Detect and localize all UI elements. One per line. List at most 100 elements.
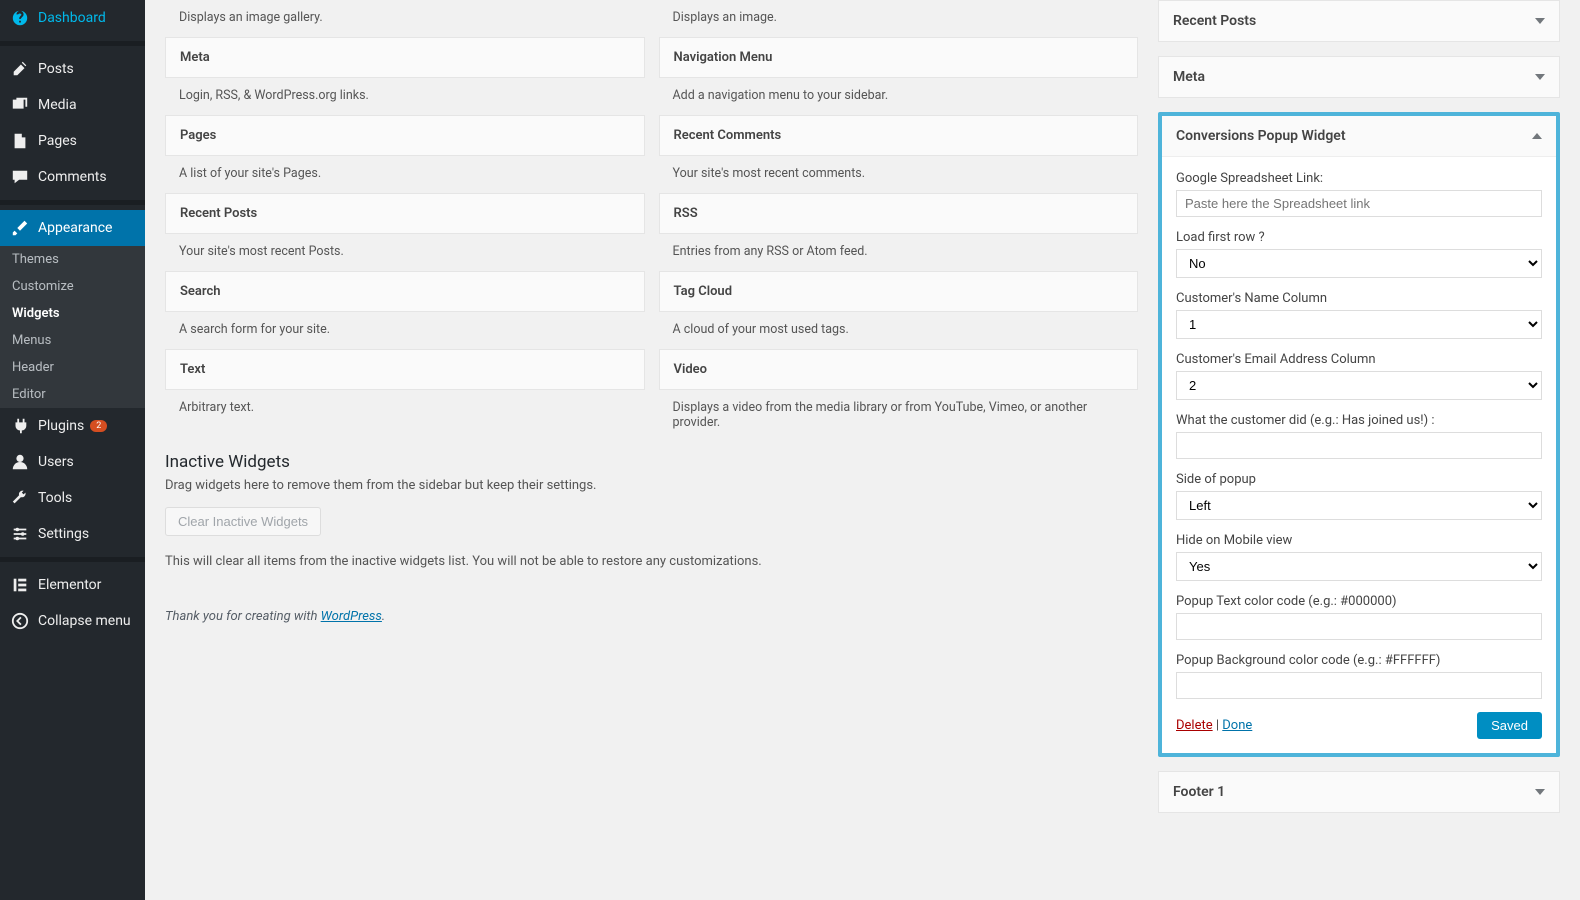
sidebar-item-dashboard[interactable]: Dashboard xyxy=(0,0,145,36)
available-widget-tile[interactable]: Tag Cloud xyxy=(659,271,1139,312)
footer-thank-you: Thank you for creating with WordPress. xyxy=(165,569,1138,624)
sidebar-sub-widgets[interactable]: Widgets xyxy=(0,300,145,327)
side-select[interactable]: Left xyxy=(1176,491,1542,520)
text-color-input[interactable] xyxy=(1176,613,1542,640)
available-widget-desc: Your site's most recent Posts. xyxy=(165,234,645,271)
side-label: Side of popup xyxy=(1176,472,1542,487)
sidebar-separator xyxy=(0,41,145,46)
wordpress-link[interactable]: WordPress xyxy=(321,609,382,624)
available-widget-desc: Entries from any RSS or Atom feed. xyxy=(659,234,1139,271)
delete-widget-link[interactable]: Delete xyxy=(1176,718,1213,733)
sidebar-sub-customize[interactable]: Customize xyxy=(0,273,145,300)
sidebar-item-pages[interactable]: Pages xyxy=(0,123,145,159)
email-column-select[interactable]: 2 xyxy=(1176,371,1542,400)
available-widget-tile[interactable]: Recent Comments xyxy=(659,115,1139,156)
available-widgets-column: Displays an image gallery.Displays an im… xyxy=(165,0,1138,880)
sidebar-item-label: Comments xyxy=(38,169,107,185)
available-widget-tile[interactable]: Search xyxy=(165,271,645,312)
available-widget-cell: RSSEntries from any RSS or Atom feed. xyxy=(659,193,1139,271)
sidebar-item-media[interactable]: Media xyxy=(0,87,145,123)
sidebar-item-users[interactable]: Users xyxy=(0,444,145,480)
sidebar-item-label: Posts xyxy=(38,61,74,77)
load-first-row-select[interactable]: No xyxy=(1176,249,1542,278)
available-widget-tile[interactable]: Pages xyxy=(165,115,645,156)
available-widget-desc: A cloud of your most used tags. xyxy=(659,312,1139,349)
available-widget-cell: Tag CloudA cloud of your most used tags. xyxy=(659,271,1139,349)
available-widget-tile[interactable]: Video xyxy=(659,349,1139,390)
sidebar-item-tools[interactable]: Tools xyxy=(0,480,145,516)
plug-icon xyxy=(10,416,30,436)
widget-areas-column: Recent Posts Meta Conversions Popup Widg… xyxy=(1158,0,1560,880)
brush-icon xyxy=(10,218,30,238)
pin-icon xyxy=(10,59,30,79)
available-widget-tile[interactable]: Meta xyxy=(165,37,645,78)
available-widget-cell: Navigation MenuAdd a navigation menu to … xyxy=(659,37,1139,115)
sidebar-item-label: Appearance xyxy=(38,220,112,236)
sidebar-sub-themes[interactable]: Themes xyxy=(0,246,145,273)
available-widget-tile[interactable]: Recent Posts xyxy=(165,193,645,234)
sidebar-item-label: Plugins xyxy=(38,418,84,434)
available-widget-tile[interactable]: Text xyxy=(165,349,645,390)
available-widget-tile[interactable]: Navigation Menu xyxy=(659,37,1139,78)
sliders-icon xyxy=(10,524,30,544)
available-widget-cell: PagesA list of your site's Pages. xyxy=(165,115,645,193)
available-widget-desc: Displays an image. xyxy=(659,0,1139,37)
sidebar-item-comments[interactable]: Comments xyxy=(0,159,145,195)
sidebar-item-label: Tools xyxy=(38,490,72,506)
action-text-label: What the customer did (e.g.: Has joined … xyxy=(1176,413,1542,428)
available-widget-cell: Recent CommentsYour site's most recent c… xyxy=(659,115,1139,193)
conversions-popup-form: Google Spreadsheet Link: Load first row … xyxy=(1162,156,1556,753)
clear-inactive-widgets-button[interactable]: Clear Inactive Widgets xyxy=(165,507,321,536)
sidebar-item-label: Collapse menu xyxy=(38,613,131,629)
dashboard-icon xyxy=(10,8,30,28)
widget-area-title: Recent Posts xyxy=(1173,13,1256,29)
name-column-label: Customer's Name Column xyxy=(1176,291,1542,306)
sidebar-sub-editor[interactable]: Editor xyxy=(0,381,145,408)
comment-icon xyxy=(10,167,30,187)
elementor-icon xyxy=(10,575,30,595)
sidebar-item-elementor[interactable]: Elementor xyxy=(0,567,145,603)
sidebar-item-label: Elementor xyxy=(38,577,101,593)
google-spreadsheet-input[interactable] xyxy=(1176,190,1542,217)
action-text-input[interactable] xyxy=(1176,432,1542,459)
sidebar-item-label: Dashboard xyxy=(38,10,106,26)
sidebar-item-plugins[interactable]: Plugins 2 xyxy=(0,408,145,444)
chevron-down-icon xyxy=(1535,74,1545,80)
available-widget-cell: MetaLogin, RSS, & WordPress.org links. xyxy=(165,37,645,115)
bg-color-input[interactable] xyxy=(1176,672,1542,699)
available-widget-cell: Displays an image. xyxy=(659,0,1139,37)
clear-inactive-desc: This will clear all items from the inact… xyxy=(165,554,1138,569)
widget-area-header[interactable]: Recent Posts xyxy=(1159,1,1559,41)
sidebar-item-label: Pages xyxy=(38,133,77,149)
sidebar-separator xyxy=(0,557,145,562)
available-widget-desc: A list of your site's Pages. xyxy=(165,156,645,193)
plugins-update-badge: 2 xyxy=(90,420,107,432)
page-icon xyxy=(10,131,30,151)
widget-area-header[interactable]: Meta xyxy=(1159,57,1559,97)
widget-area-recent-posts: Recent Posts xyxy=(1158,0,1560,42)
sidebar-item-label: Media xyxy=(38,97,77,113)
sidebar-sub-menus[interactable]: Menus xyxy=(0,327,145,354)
collapse-icon xyxy=(10,611,30,631)
name-column-select[interactable]: 1 xyxy=(1176,310,1542,339)
available-widget-tile[interactable]: RSS xyxy=(659,193,1139,234)
available-widget-desc: Login, RSS, & WordPress.org links. xyxy=(165,78,645,115)
sidebar-item-collapse[interactable]: Collapse menu xyxy=(0,603,145,639)
saved-button[interactable]: Saved xyxy=(1477,712,1542,739)
sidebar-item-posts[interactable]: Posts xyxy=(0,51,145,87)
done-widget-link[interactable]: Done xyxy=(1222,718,1252,733)
available-widget-desc: A search form for your site. xyxy=(165,312,645,349)
user-icon xyxy=(10,452,30,472)
sidebar-item-settings[interactable]: Settings xyxy=(0,516,145,552)
hide-mobile-select[interactable]: Yes xyxy=(1176,552,1542,581)
widget-title: Conversions Popup Widget xyxy=(1176,128,1346,144)
sidebar-submenu-appearance: Themes Customize Widgets Menus Header Ed… xyxy=(0,246,145,408)
sidebar-sub-header[interactable]: Header xyxy=(0,354,145,381)
email-column-label: Customer's Email Address Column xyxy=(1176,352,1542,367)
text-color-label: Popup Text color code (e.g.: #000000) xyxy=(1176,594,1542,609)
chevron-down-icon xyxy=(1535,789,1545,795)
sidebar-item-appearance[interactable]: Appearance xyxy=(0,210,145,246)
available-widget-desc: Arbitrary text. xyxy=(165,390,645,427)
conversions-popup-header[interactable]: Conversions Popup Widget xyxy=(1162,116,1556,156)
widget-area-header[interactable]: Footer 1 xyxy=(1159,772,1559,812)
